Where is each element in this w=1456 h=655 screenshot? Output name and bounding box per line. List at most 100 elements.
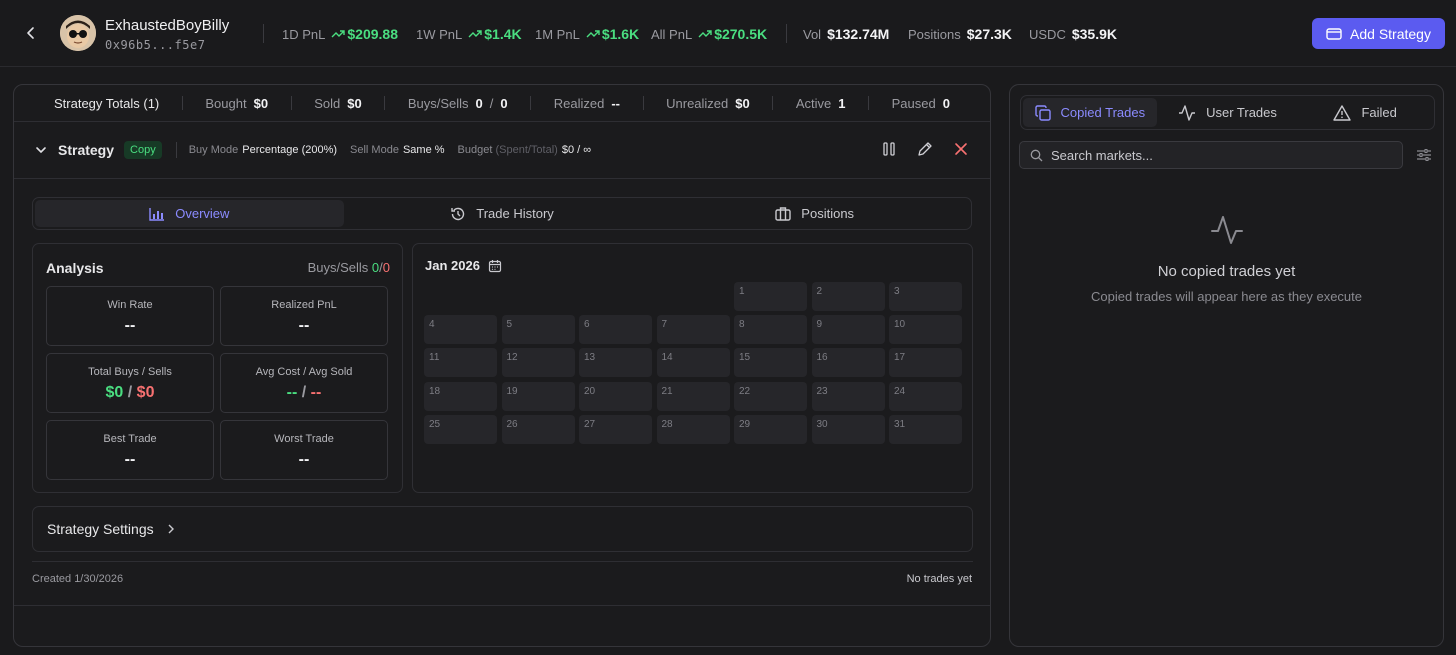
analysis-title: Analysis	[46, 260, 104, 276]
trade-status: No trades yet	[906, 573, 972, 585]
calendar-day[interactable]: 6	[579, 315, 652, 345]
calendar-icon[interactable]	[488, 259, 502, 273]
tab-overview[interactable]: Overview	[35, 200, 344, 227]
slash: /	[489, 95, 494, 111]
search-input[interactable]	[1051, 147, 1391, 163]
stat-value: $1.6K	[601, 26, 640, 42]
value: $0	[735, 95, 750, 111]
calendar-day[interactable]: 4	[424, 315, 497, 345]
label: Paused	[891, 95, 936, 111]
calendar-day[interactable]: 12	[501, 348, 575, 378]
calendar-day[interactable]: 9	[811, 315, 885, 345]
calendar-day[interactable]: 28	[656, 414, 730, 444]
strategy-header-row: Strategy Copy Buy Mode Percentage (200%) …	[14, 122, 990, 179]
calendar-day[interactable]: 2	[811, 282, 885, 311]
trend-up-icon	[698, 30, 712, 38]
edit-pencil-icon[interactable]	[916, 140, 934, 158]
calendar-day[interactable]: 7	[656, 315, 730, 345]
card-label: Win Rate	[107, 299, 153, 311]
tab-label: Copied Trades	[1060, 105, 1146, 120]
total-paused: Paused 0	[892, 96, 950, 111]
calendar-day[interactable]: 22	[734, 381, 807, 411]
bar-chart-icon	[149, 207, 165, 221]
chevron-down-icon[interactable]	[34, 143, 48, 157]
calendar-day[interactable]: 31	[889, 414, 962, 444]
tab-failed[interactable]: Failed	[1298, 98, 1432, 127]
label: Unrealized	[666, 95, 729, 111]
calendar-month: Jan 2026	[425, 258, 480, 273]
tab-trade-history[interactable]: Trade History	[348, 200, 657, 227]
total-active: Active 1	[796, 96, 846, 111]
calendar-day[interactable]: 14	[656, 348, 730, 378]
card-label: Avg Cost / Avg Sold	[255, 366, 353, 378]
card-label: Total Buys / Sells	[88, 366, 172, 378]
stat-label: 1D PnL	[282, 26, 326, 42]
calendar-day[interactable]: 15	[734, 348, 807, 378]
stat-label: Vol	[803, 26, 822, 42]
wallet-address[interactable]: 0x96b5...f5e7	[105, 38, 205, 52]
calendar-day[interactable]: 19	[501, 381, 575, 411]
stat-volume: Vol $132.74M	[803, 26, 889, 42]
calendar-day[interactable]: 25	[424, 414, 497, 444]
divider	[263, 24, 264, 43]
total-sold: Sold $0	[314, 96, 362, 111]
calendar-day[interactable]: 16	[811, 348, 885, 378]
calendar-day[interactable]: 10	[889, 315, 962, 345]
calendar-day[interactable]: 11	[424, 348, 497, 378]
tab-user-trades[interactable]: User Trades	[1161, 98, 1295, 127]
win-rate-card: Win Rate --	[46, 286, 214, 346]
tab-label: Positions	[801, 206, 855, 221]
strategy-type-badge: Copy	[124, 141, 162, 159]
tab-copied-trades[interactable]: Copied Trades	[1023, 98, 1157, 127]
label: Active	[795, 95, 832, 111]
add-strategy-button[interactable]: Add Strategy	[1312, 18, 1445, 49]
close-icon[interactable]	[952, 140, 970, 158]
stat-positions: Positions $27.3K	[908, 26, 1012, 42]
total-realized: Realized --	[554, 96, 620, 111]
calendar-day[interactable]: 3	[889, 282, 962, 311]
analysis-card: Analysis Buys/Sells 0/0 Win Rate -- Real…	[32, 243, 403, 493]
tab-label: User Trades	[1206, 105, 1277, 120]
stat-1m-pnl: 1M PnL $1.6K	[535, 26, 639, 42]
tab-positions[interactable]: Positions	[660, 200, 969, 227]
filter-sliders-icon[interactable]	[1416, 147, 1432, 163]
add-strategy-label: Add Strategy	[1350, 25, 1431, 42]
divider	[868, 96, 870, 110]
calendar-day[interactable]: 18	[424, 381, 497, 411]
calendar-day[interactable]: 23	[811, 381, 885, 411]
total-unrealized: Unrealized $0	[666, 96, 750, 111]
calendar-day[interactable]: 21	[656, 381, 730, 411]
strategy-totals-bar: Strategy Totals (1) Bought $0 Sold $0 Buys…	[14, 85, 990, 122]
calendar-day[interactable]: 29	[734, 414, 807, 444]
stat-usdc: USDC $35.9K	[1029, 26, 1117, 42]
search-icon	[1030, 149, 1043, 161]
market-search	[1019, 141, 1403, 169]
back-arrow-icon[interactable]	[22, 24, 40, 42]
calendar-day[interactable]: 5	[501, 315, 575, 345]
stat-label: Positions	[908, 26, 961, 42]
calendar-day[interactable]: 27	[579, 414, 652, 444]
calendar-day[interactable]: 26	[501, 414, 575, 444]
label: Buys/Sells	[307, 260, 369, 275]
calendar-day[interactable]: 8	[734, 315, 807, 345]
pnl-calendar: Jan 2026 1 2 3 4 5 6 7 8 9 10 11 12 13 14 15 16 17 18 19 20…	[412, 243, 973, 493]
card-label: Realized PnL	[271, 299, 337, 311]
pause-icon[interactable]	[880, 140, 898, 158]
buys-value: 0	[475, 95, 483, 111]
divider	[384, 96, 386, 110]
calendar-day[interactable]: 20	[579, 381, 652, 411]
calendar-day[interactable]: 30	[811, 414, 885, 444]
stat-value: $27.3K	[966, 26, 1012, 42]
calendar-day[interactable]: 17	[889, 348, 962, 378]
calendar-day[interactable]: 1	[734, 282, 807, 311]
calendar-day[interactable]: 13	[579, 348, 652, 378]
stat-value: $209.88	[347, 26, 398, 42]
strategy-settings-toggle[interactable]: Strategy Settings	[32, 506, 973, 552]
stat-all-pnl: All PnL $270.5K	[651, 26, 767, 42]
trend-up-icon	[468, 30, 482, 38]
calendar-day[interactable]: 24	[889, 381, 962, 411]
card-value: --	[124, 451, 136, 468]
budget-label: Budget	[457, 144, 493, 156]
sells-value: 0	[500, 95, 508, 111]
avg-cost-value: --	[286, 384, 298, 401]
